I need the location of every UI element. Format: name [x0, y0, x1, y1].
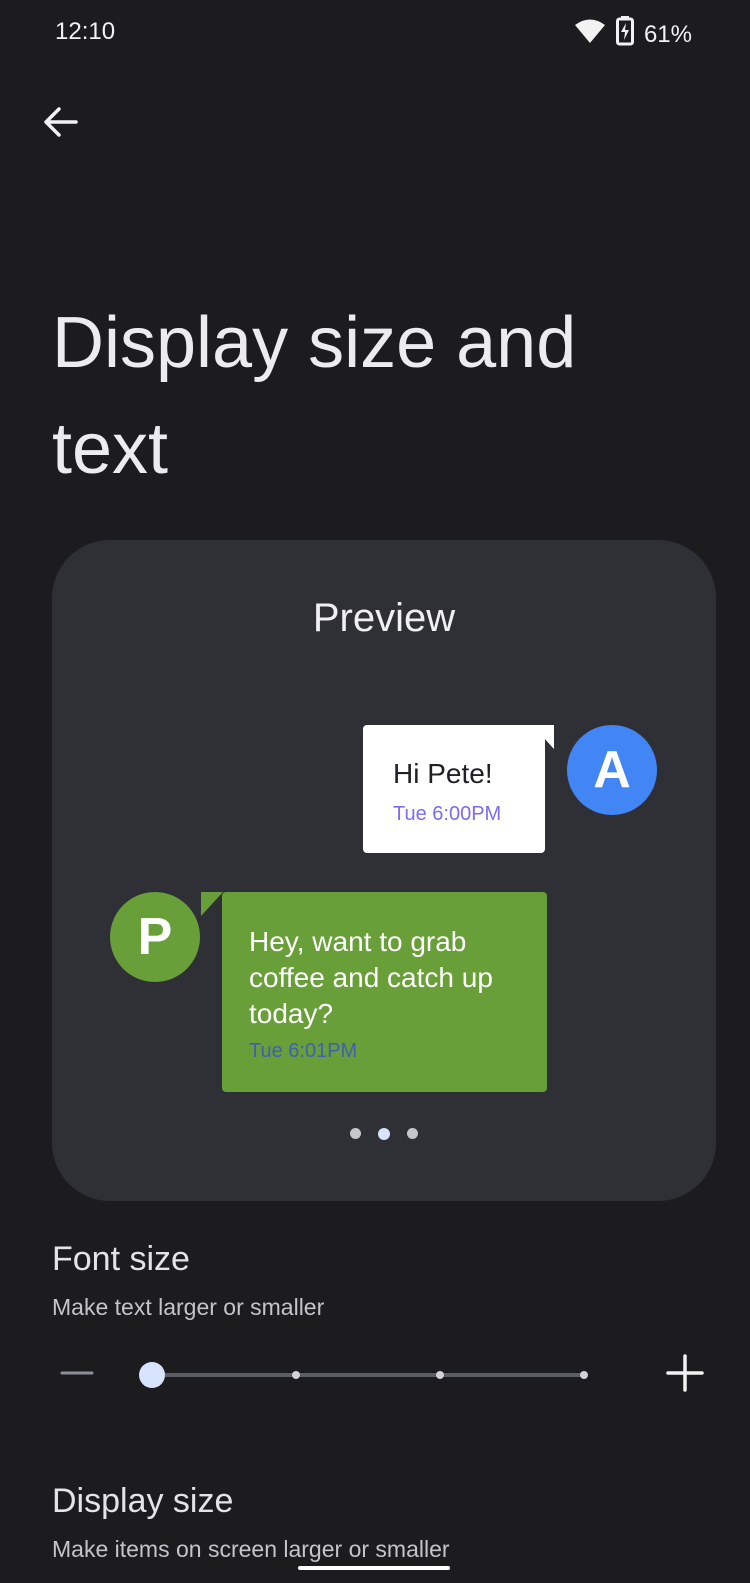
page-indicator [52, 1128, 716, 1140]
battery-charging-icon [615, 16, 634, 53]
slider-tick [292, 1371, 300, 1379]
arrow-back-icon [40, 102, 80, 147]
slider-tick [580, 1371, 588, 1379]
minus-icon [60, 1356, 94, 1395]
slider-thumb[interactable] [139, 1362, 165, 1388]
display-size-title: Display size [52, 1482, 234, 1520]
decrease-font-button[interactable] [52, 1350, 102, 1400]
avatar: P [110, 892, 200, 982]
incoming-message-text: Hey, want to grab coffee and catch up to… [249, 926, 493, 1029]
incoming-message-bubble: Hey, want to grab coffee and catch up to… [222, 892, 547, 1092]
page-dot-active[interactable] [378, 1128, 390, 1140]
plus-icon [666, 1353, 704, 1397]
status-time: 12:10 [55, 18, 116, 45]
outgoing-message-time: Tue 6:00PM [393, 803, 502, 825]
outgoing-message-bubble: Hi Pete! Tue 6:00PM [363, 725, 545, 853]
font-size-slider[interactable] [139, 1362, 588, 1388]
back-button[interactable] [32, 96, 88, 152]
font-size-subtitle: Make text larger or smaller [52, 1294, 325, 1320]
font-size-slider-row [52, 1350, 716, 1400]
preview-title: Preview [312, 596, 456, 640]
avatar: A [567, 725, 657, 815]
incoming-bubble-tail [201, 892, 223, 916]
display-size-subtitle: Make items on screen larger or smaller [52, 1536, 450, 1562]
slider-tick [436, 1371, 444, 1379]
page-dot[interactable] [407, 1128, 418, 1139]
page-title: Display size and text [52, 303, 577, 489]
preview-card: Preview Hi Pete! Tue 6:00PM A P Hey, wan… [52, 540, 716, 1201]
font-size-title: Font size [52, 1240, 190, 1278]
status-icons: 61% [574, 16, 692, 53]
home-indicator[interactable] [298, 1566, 450, 1570]
page-dot[interactable] [350, 1128, 361, 1139]
wifi-icon [574, 18, 606, 51]
battery-percent: 61% [643, 20, 692, 48]
incoming-message-time: Tue 6:01PM [249, 1040, 358, 1062]
outgoing-bubble-tail [532, 725, 554, 749]
increase-font-button[interactable] [660, 1350, 710, 1400]
status-bar: 12:10 61% [0, 0, 750, 68]
outgoing-message-text: Hi Pete! [393, 758, 493, 789]
